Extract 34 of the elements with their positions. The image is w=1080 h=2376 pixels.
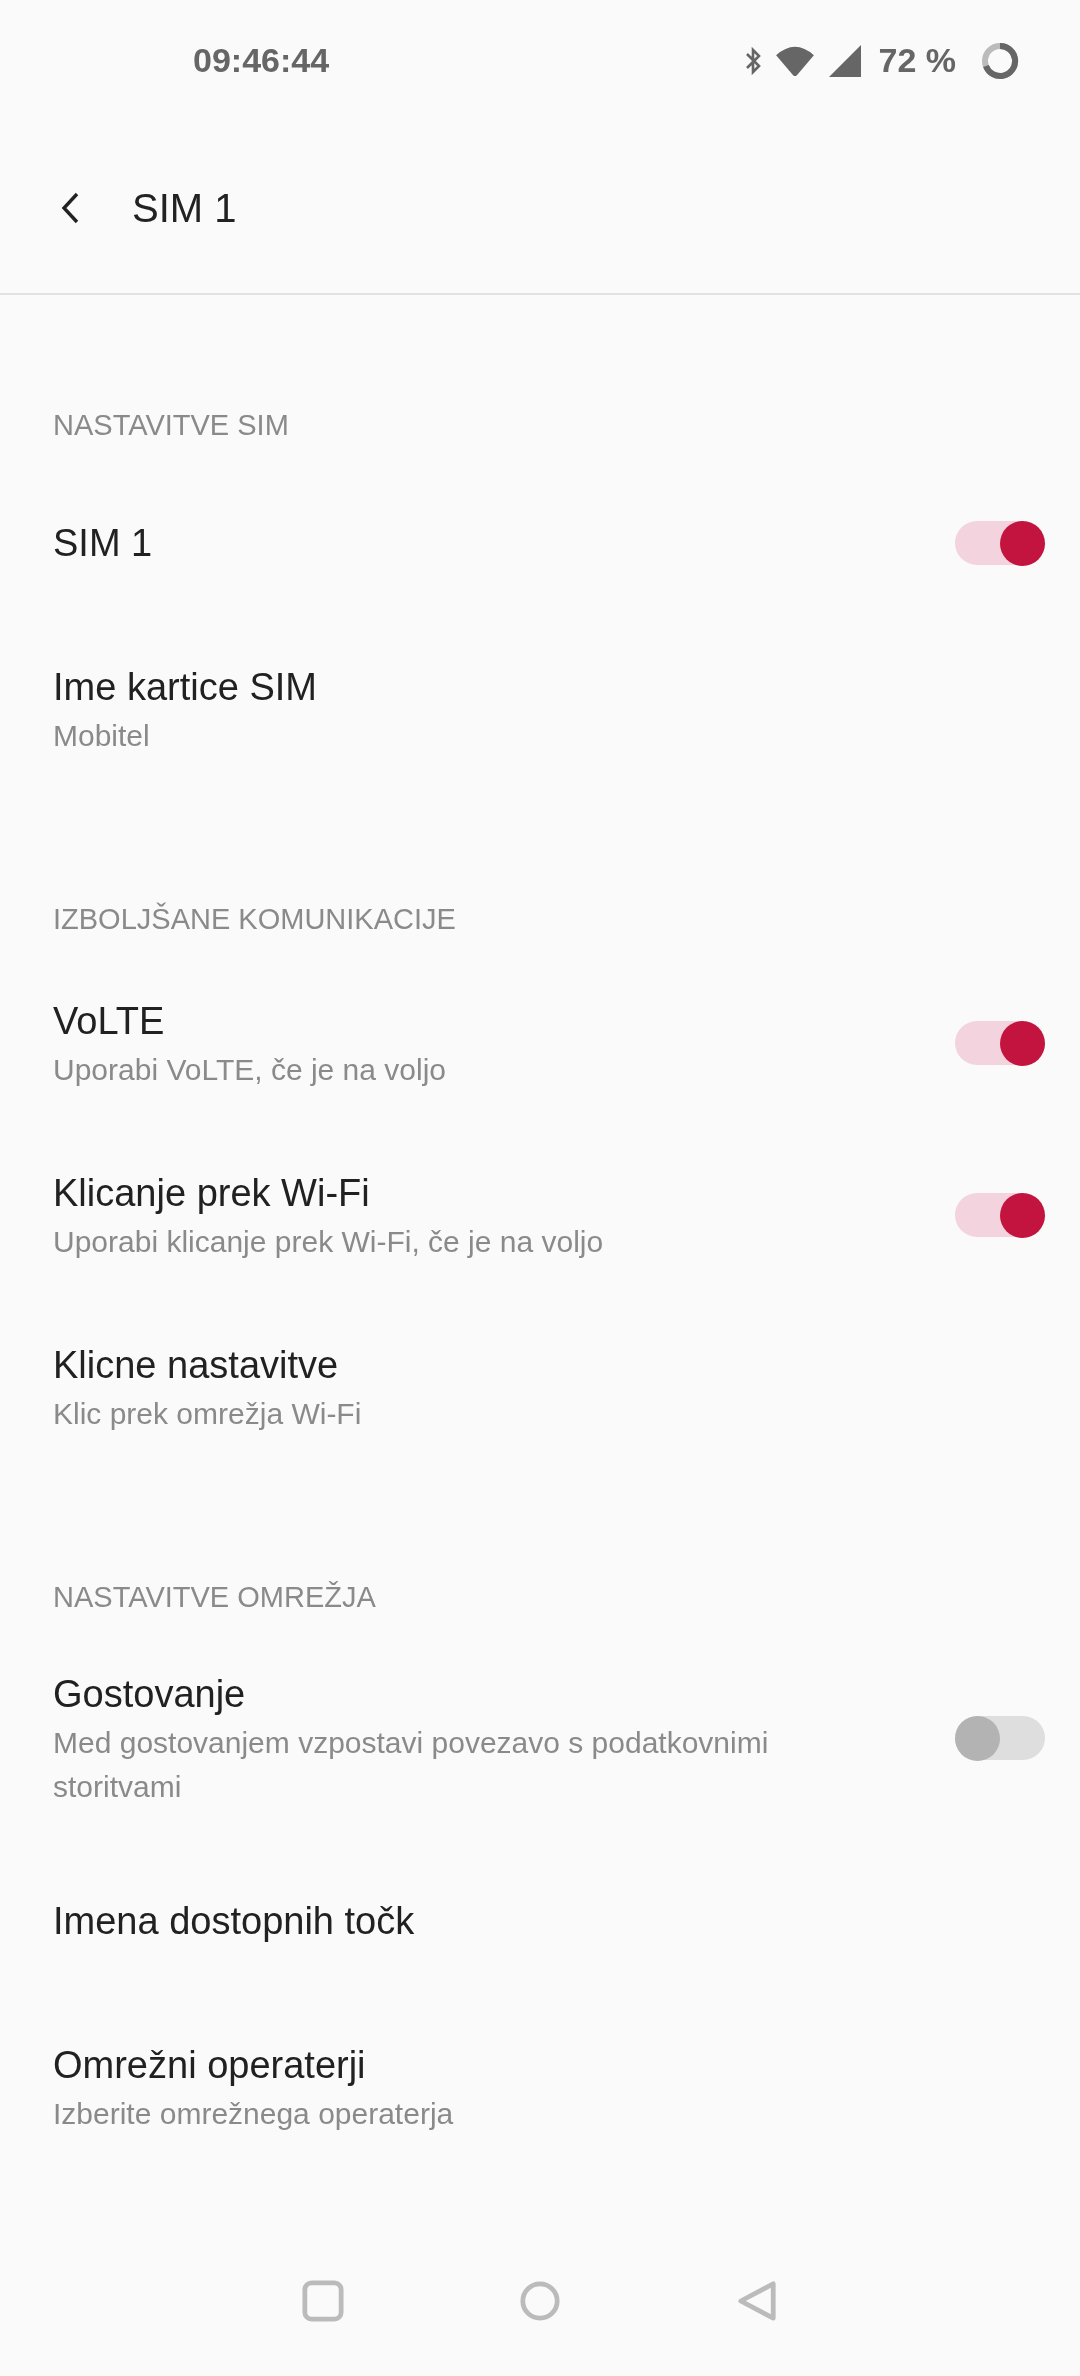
- item-title: VoLTE: [53, 999, 166, 1044]
- item-summary: Uporabi VoLTE, če je na voljo: [53, 1052, 447, 1088]
- section-header: NASTAVITVE SIM: [52, 408, 290, 443]
- item-title: Gostovanje: [53, 1672, 247, 1717]
- item-title: Omrežni operaterji: [53, 2043, 367, 2088]
- section-header: IZBOLJŠANE KOMUNIKACIJE: [52, 901, 457, 937]
- battery-level: 72 %: [878, 41, 956, 80]
- item-title: Klicanje prek Wi-Fi: [53, 1171, 371, 1216]
- item-title: Ime kartice SIM: [53, 665, 318, 710]
- item-summary: Mobitel: [53, 718, 151, 754]
- item-summary: Izberite omrežnega operaterja: [53, 2096, 455, 2132]
- item-title: SIM 1: [53, 521, 154, 566]
- item-summary: Klic prek omrežja Wi-Fi: [53, 1396, 363, 1432]
- back-icon: [60, 191, 80, 225]
- toggle-switch[interactable]: [955, 1193, 1045, 1237]
- item-title: Klicne nastavitve: [53, 1343, 340, 1388]
- settings-item[interactable]: Imena dostopnih točk: [0, 1841, 1080, 2001]
- item-title: Imena dostopnih točk: [53, 1899, 416, 1944]
- settings-item[interactable]: Klicanje prek Wi-Fi Uporabi klicanje prek Wi-Fi, če je na voljo: [0, 1129, 1080, 1301]
- settings-item[interactable]: Omrežni operaterji Izberite omrežnega operaterja: [0, 2001, 1080, 2173]
- item-summary: Med gostovanjem vzpostavi povezavo s podatkovnimi storitvami: [53, 1725, 770, 1805]
- settings-item[interactable]: VoLTE Uporabi VoLTE, če je na voljo: [0, 957, 1080, 1129]
- section-header: NASTAVITVE OMREŽJA: [52, 1580, 377, 1615]
- toggle-switch[interactable]: [955, 521, 1045, 565]
- settings-item[interactable]: SIM 1: [0, 463, 1080, 623]
- status-time: 09:46:44: [193, 41, 330, 80]
- toggle-switch[interactable]: [955, 1021, 1045, 1065]
- battery-icon: [980, 40, 1020, 81]
- settings-item[interactable]: Klicne nastavitve Klic prek omrežja Wi-Fi: [0, 1301, 1080, 1473]
- item-summary: Uporabi klicanje prek Wi-Fi, če je na voljo: [53, 1224, 605, 1260]
- page-title: SIM 1: [132, 185, 237, 231]
- settings-item[interactable]: Gostovanje Med gostovanjem vzpostavi povezavo s podatkovnimi storitvami: [0, 1635, 1080, 1841]
- toggle-switch[interactable]: [955, 1716, 1045, 1760]
- settings-item[interactable]: Ime kartice SIM Mobitel: [0, 623, 1080, 795]
